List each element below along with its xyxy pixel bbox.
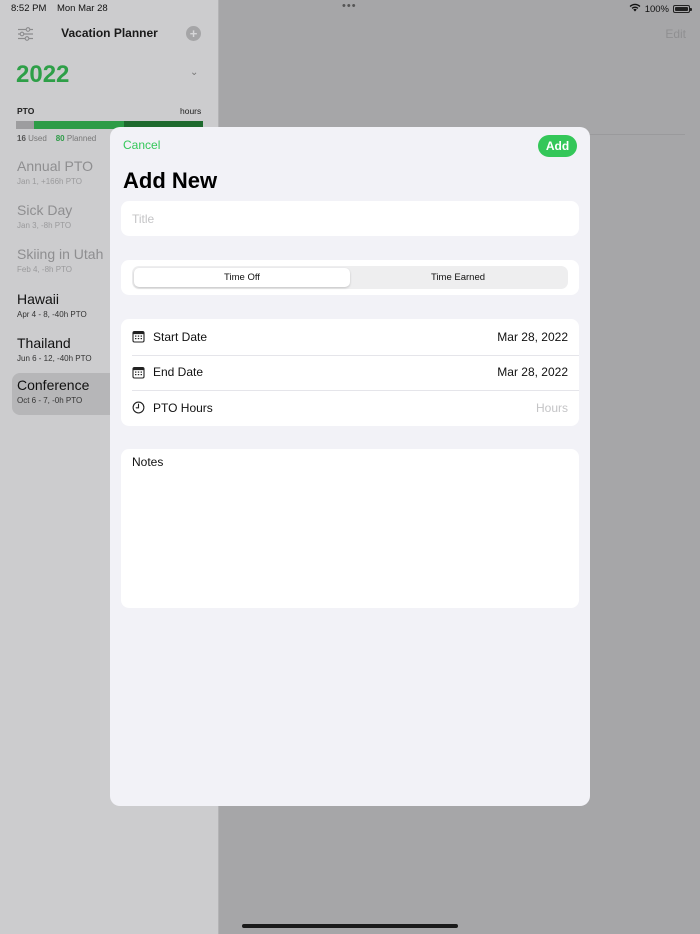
segment-time-off[interactable]: Time Off (134, 268, 350, 287)
multitasking-dots-icon[interactable]: ••• (342, 0, 357, 12)
battery-icon (673, 5, 692, 13)
title-input[interactable] (121, 201, 579, 236)
type-card: Time Off Time Earned (121, 260, 579, 295)
notes-field[interactable]: Notes (121, 449, 579, 608)
status-date: Mon Mar 28 (56, 3, 108, 14)
title-card (121, 201, 579, 236)
pto-label: PTO (17, 106, 35, 116)
add-new-sheet: Cancel Add Add New Time Off Time Earned … (110, 127, 590, 806)
used-label: Used (28, 134, 47, 143)
bar-planned-segment (34, 121, 125, 129)
end-date-label: End Date (153, 365, 204, 380)
status-bar-right: 100% (629, 3, 692, 15)
status-bar-clock: 8:52 PM Mon Mar 28 (11, 3, 108, 14)
hours-label: hours (180, 106, 202, 116)
edit-button[interactable]: Edit (665, 27, 686, 41)
planned-label: Planned (66, 134, 97, 143)
segment-time-earned[interactable]: Time Earned (350, 268, 566, 287)
battery-percent: 100% (644, 3, 669, 15)
chevron-down-icon[interactable]: ⌄ (190, 67, 198, 78)
clock-icon (132, 401, 145, 414)
pto-legend: 16 Used 80 Planned (17, 134, 96, 143)
pto-hours-input[interactable]: Hours (536, 401, 568, 415)
home-indicator[interactable] (242, 924, 458, 928)
sheet-title: Add New (123, 168, 218, 193)
start-date-value[interactable]: Mar 28, 2022 (497, 330, 568, 344)
plus-circle-icon[interactable]: + (186, 26, 201, 41)
start-date-label: Start Date (153, 329, 208, 344)
end-date-row[interactable]: End Date Mar 28, 2022 (121, 354, 579, 391)
status-time: 8:52 PM (11, 3, 47, 14)
calendar-icon (132, 366, 145, 379)
pto-hours-row[interactable]: PTO Hours Hours (121, 390, 579, 426)
cancel-button[interactable]: Cancel (123, 138, 160, 152)
year-label[interactable]: 2022 (16, 61, 69, 89)
planned-value: 80 (55, 134, 65, 143)
type-segmented-control: Time Off Time Earned (132, 266, 568, 289)
used-value: 16 (17, 134, 26, 143)
notes-label: Notes (132, 455, 164, 469)
wifi-icon (629, 3, 641, 15)
add-button[interactable]: Add (538, 135, 577, 157)
start-date-row[interactable]: Start Date Mar 28, 2022 (121, 319, 579, 355)
fields-card: Start Date Mar 28, 2022 End Date Mar 28,… (121, 319, 579, 426)
pto-hours-label: PTO Hours (153, 400, 213, 415)
calendar-icon (132, 330, 145, 343)
end-date-value[interactable]: Mar 28, 2022 (497, 365, 568, 379)
bar-used-segment (16, 121, 35, 129)
